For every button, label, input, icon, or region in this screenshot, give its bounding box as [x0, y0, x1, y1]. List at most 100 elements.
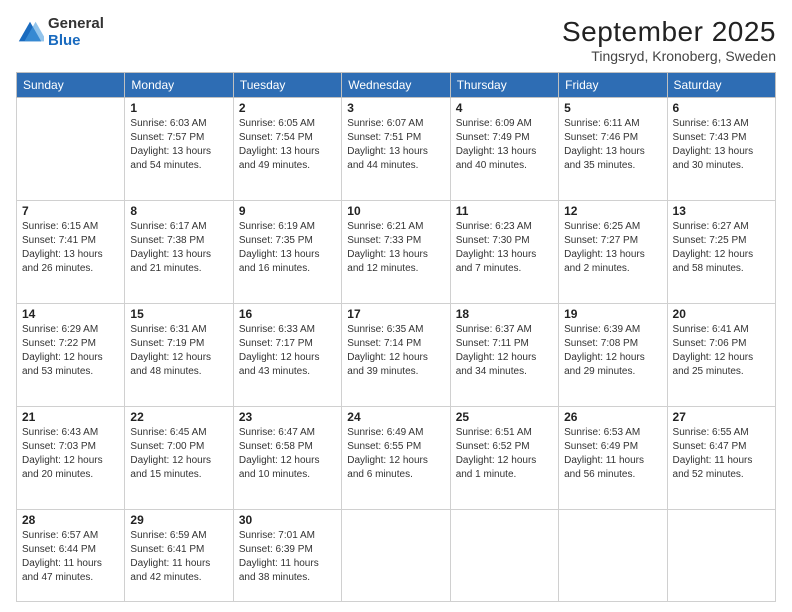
- table-row: 29 Sunrise: 6:59 AMSunset: 6:41 PMDayligh…: [125, 509, 233, 601]
- day-number: 3: [347, 101, 444, 115]
- table-row: [450, 509, 558, 601]
- day-number: 11: [456, 204, 553, 218]
- day-number: 21: [22, 410, 119, 424]
- calendar-subtitle: Tingsryd, Kronoberg, Sweden: [562, 48, 776, 64]
- day-number: 29: [130, 513, 227, 527]
- table-row: 17 Sunrise: 6:35 AMSunset: 7:14 PMDayligh…: [342, 303, 450, 406]
- day-number: 1: [130, 101, 227, 115]
- table-row: [17, 98, 125, 201]
- day-info: Sunrise: 6:29 AMSunset: 7:22 PMDaylight:…: [22, 323, 119, 379]
- day-info: Sunrise: 6:47 AMSunset: 6:58 PMDaylight:…: [239, 426, 336, 482]
- day-number: 9: [239, 204, 336, 218]
- day-number: 30: [239, 513, 336, 527]
- day-info: Sunrise: 6:57 AMSunset: 6:44 PMDaylight:…: [22, 529, 119, 585]
- day-info: Sunrise: 6:09 AMSunset: 7:49 PMDaylight:…: [456, 117, 553, 173]
- logo-icon: [16, 19, 44, 47]
- table-row: [559, 509, 667, 601]
- day-number: 4: [456, 101, 553, 115]
- table-row: 27 Sunrise: 6:55 AMSunset: 6:47 PMDayligh…: [667, 406, 775, 509]
- table-row: 22 Sunrise: 6:45 AMSunset: 7:00 PMDayligh…: [125, 406, 233, 509]
- day-info: Sunrise: 6:39 AMSunset: 7:08 PMDaylight:…: [564, 323, 661, 379]
- header: General Blue September 2025 Tingsryd, Kr…: [16, 16, 776, 64]
- day-info: Sunrise: 6:33 AMSunset: 7:17 PMDaylight:…: [239, 323, 336, 379]
- table-row: 11 Sunrise: 6:23 AMSunset: 7:30 PMDayligh…: [450, 200, 558, 303]
- table-row: 20 Sunrise: 6:41 AMSunset: 7:06 PMDayligh…: [667, 303, 775, 406]
- page: General Blue September 2025 Tingsryd, Kr…: [0, 0, 792, 612]
- day-info: Sunrise: 6:51 AMSunset: 6:52 PMDaylight:…: [456, 426, 553, 482]
- table-row: 19 Sunrise: 6:39 AMSunset: 7:08 PMDayligh…: [559, 303, 667, 406]
- day-info: Sunrise: 6:07 AMSunset: 7:51 PMDaylight:…: [347, 117, 444, 173]
- table-row: 5Sunrise: 6:11 AMSunset: 7:46 PMDaylight…: [559, 98, 667, 201]
- day-number: 18: [456, 307, 553, 321]
- day-info: Sunrise: 6:25 AMSunset: 7:27 PMDaylight:…: [564, 220, 661, 276]
- day-number: 24: [347, 410, 444, 424]
- header-thursday: Thursday: [450, 73, 558, 98]
- header-wednesday: Wednesday: [342, 73, 450, 98]
- table-row: 10Sunrise: 6:21 AMSunset: 7:33 PMDayligh…: [342, 200, 450, 303]
- day-number: 12: [564, 204, 661, 218]
- table-row: 8 Sunrise: 6:17 AMSunset: 7:38 PMDaylight…: [125, 200, 233, 303]
- logo: General Blue: [16, 16, 104, 49]
- table-row: 1 Sunrise: 6:03 AMSunset: 7:57 PMDaylight…: [125, 98, 233, 201]
- header-sunday: Sunday: [17, 73, 125, 98]
- day-number: 7: [22, 204, 119, 218]
- table-row: 16Sunrise: 6:33 AMSunset: 7:17 PMDayligh…: [233, 303, 341, 406]
- day-number: 22: [130, 410, 227, 424]
- day-info: Sunrise: 6:17 AMSunset: 7:38 PMDaylight:…: [130, 220, 227, 276]
- table-row: 28 Sunrise: 6:57 AMSunset: 6:44 PMDayligh…: [17, 509, 125, 601]
- day-number: 13: [673, 204, 770, 218]
- day-number: 14: [22, 307, 119, 321]
- table-row: 21 Sunrise: 6:43 AMSunset: 7:03 PMDayligh…: [17, 406, 125, 509]
- table-row: 13Sunrise: 6:27 AMSunset: 7:25 PMDayligh…: [667, 200, 775, 303]
- day-info: Sunrise: 7:01 AMSunset: 6:39 PMDaylight:…: [239, 529, 336, 585]
- day-info: Sunrise: 6:55 AMSunset: 6:47 PMDaylight:…: [673, 426, 770, 482]
- table-row: 23 Sunrise: 6:47 AMSunset: 6:58 PMDayligh…: [233, 406, 341, 509]
- day-number: 23: [239, 410, 336, 424]
- table-row: 24 Sunrise: 6:49 AMSunset: 6:55 PMDayligh…: [342, 406, 450, 509]
- day-info: Sunrise: 6:13 AMSunset: 7:43 PMDaylight:…: [673, 117, 770, 173]
- table-row: 18 Sunrise: 6:37 AMSunset: 7:11 PMDayligh…: [450, 303, 558, 406]
- day-number: 26: [564, 410, 661, 424]
- table-row: 25Sunrise: 6:51 AMSunset: 6:52 PMDayligh…: [450, 406, 558, 509]
- table-row: 30 Sunrise: 7:01 AMSunset: 6:39 PMDayligh…: [233, 509, 341, 601]
- day-info: Sunrise: 6:03 AMSunset: 7:57 PMDaylight:…: [130, 117, 227, 173]
- day-number: 5: [564, 101, 661, 115]
- logo-text: General Blue: [48, 16, 104, 49]
- calendar-table: Sunday Monday Tuesday Wednesday Thursday…: [16, 72, 776, 602]
- day-number: 17: [347, 307, 444, 321]
- header-friday: Friday: [559, 73, 667, 98]
- table-row: 3 Sunrise: 6:07 AMSunset: 7:51 PMDaylight…: [342, 98, 450, 201]
- day-info: Sunrise: 6:35 AMSunset: 7:14 PMDaylight:…: [347, 323, 444, 379]
- day-info: Sunrise: 6:49 AMSunset: 6:55 PMDaylight:…: [347, 426, 444, 482]
- day-info: Sunrise: 6:23 AMSunset: 7:30 PMDaylight:…: [456, 220, 553, 276]
- weekday-header-row: Sunday Monday Tuesday Wednesday Thursday…: [17, 73, 776, 98]
- table-row: 9Sunrise: 6:19 AMSunset: 7:35 PMDaylight…: [233, 200, 341, 303]
- day-number: 28: [22, 513, 119, 527]
- day-info: Sunrise: 6:31 AMSunset: 7:19 PMDaylight:…: [130, 323, 227, 379]
- day-number: 8: [130, 204, 227, 218]
- day-info: Sunrise: 6:41 AMSunset: 7:06 PMDaylight:…: [673, 323, 770, 379]
- calendar-title: September 2025: [562, 16, 776, 48]
- day-number: 19: [564, 307, 661, 321]
- table-row: 4 Sunrise: 6:09 AMSunset: 7:49 PMDaylight…: [450, 98, 558, 201]
- day-info: Sunrise: 6:37 AMSunset: 7:11 PMDaylight:…: [456, 323, 553, 379]
- day-number: 15: [130, 307, 227, 321]
- logo-general: General: [48, 16, 104, 33]
- day-info: Sunrise: 6:45 AMSunset: 7:00 PMDaylight:…: [130, 426, 227, 482]
- day-number: 27: [673, 410, 770, 424]
- table-row: [342, 509, 450, 601]
- header-tuesday: Tuesday: [233, 73, 341, 98]
- day-number: 20: [673, 307, 770, 321]
- table-row: 14 Sunrise: 6:29 AMSunset: 7:22 PMDayligh…: [17, 303, 125, 406]
- day-number: 2: [239, 101, 336, 115]
- header-monday: Monday: [125, 73, 233, 98]
- table-row: 26 Sunrise: 6:53 AMSunset: 6:49 PMDayligh…: [559, 406, 667, 509]
- day-number: 10: [347, 204, 444, 218]
- day-info: Sunrise: 6:53 AMSunset: 6:49 PMDaylight:…: [564, 426, 661, 482]
- table-row: 12 Sunrise: 6:25 AMSunset: 7:27 PMDayligh…: [559, 200, 667, 303]
- table-row: 6Sunrise: 6:13 AMSunset: 7:43 PMDaylight…: [667, 98, 775, 201]
- day-info: Sunrise: 6:59 AMSunset: 6:41 PMDaylight:…: [130, 529, 227, 585]
- day-info: Sunrise: 6:05 AMSunset: 7:54 PMDaylight:…: [239, 117, 336, 173]
- day-info: Sunrise: 6:43 AMSunset: 7:03 PMDaylight:…: [22, 426, 119, 482]
- table-row: 2 Sunrise: 6:05 AMSunset: 7:54 PMDaylight…: [233, 98, 341, 201]
